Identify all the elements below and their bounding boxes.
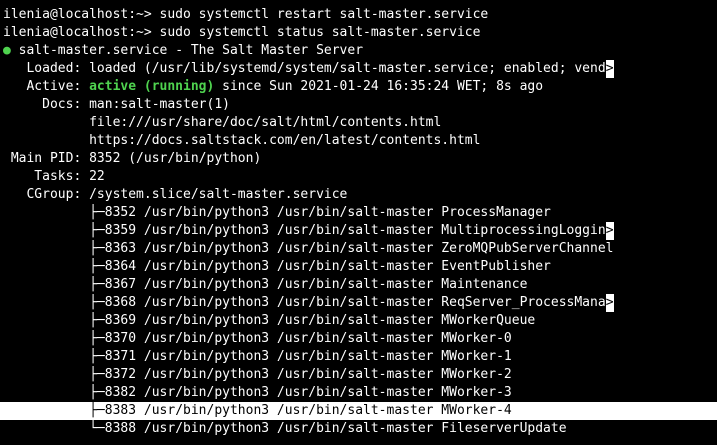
process-text: 8369 /usr/bin/python3 /usr/bin/salt-mast… bbox=[104, 313, 536, 328]
command-line-status: ilenia@localhost:~> sudo systemctl statu… bbox=[0, 24, 717, 42]
process-text: 8370 /usr/bin/python3 /usr/bin/salt-mast… bbox=[104, 331, 512, 346]
docs-line: Docs: man:salt-master(1) bbox=[0, 96, 717, 114]
process-text: 8367 /usr/bin/python3 /usr/bin/salt-mast… bbox=[104, 277, 528, 292]
process-text: 8352 /usr/bin/python3 /usr/bin/salt-mast… bbox=[104, 205, 551, 220]
active-since: since Sun 2021-01-24 16:35:24 WET; 8s ag… bbox=[214, 79, 544, 94]
process-row: ├─8372 /usr/bin/python3 /usr/bin/salt-ma… bbox=[0, 366, 717, 384]
process-text: 8372 /usr/bin/python3 /usr/bin/salt-mast… bbox=[104, 367, 512, 382]
process-row: ├─8367 /usr/bin/python3 /usr/bin/salt-ma… bbox=[0, 276, 717, 294]
status-bullet-icon: ● bbox=[3, 43, 11, 58]
process-text: 8359 /usr/bin/python3 /usr/bin/salt-mast… bbox=[104, 223, 606, 238]
command-text: ilenia@localhost:~> sudo systemctl resta… bbox=[3, 7, 489, 22]
tree-branch-icon: ├─ bbox=[3, 349, 105, 364]
tree-end-branch-icon: └─ bbox=[3, 421, 105, 436]
process-row: ├─8368 /usr/bin/python3 /usr/bin/salt-ma… bbox=[0, 294, 717, 312]
tree-branch-icon: ├─ bbox=[3, 385, 105, 400]
main-pid-line: Main PID: 8352 (/usr/bin/python) bbox=[0, 150, 717, 168]
loaded-value: loaded (/usr/lib/systemd/system/salt-mas… bbox=[89, 61, 606, 76]
main-pid: Main PID: 8352 (/usr/bin/python) bbox=[3, 151, 262, 166]
tree-branch-icon: ├─ bbox=[3, 277, 105, 292]
process-text: 8382 /usr/bin/python3 /usr/bin/salt-mast… bbox=[104, 385, 512, 400]
tree-branch-icon: ├─ bbox=[3, 403, 105, 418]
tree-branch-icon: ├─ bbox=[3, 223, 105, 238]
docs-file-url: file:///usr/share/doc/salt/html/contents… bbox=[3, 115, 442, 130]
process-row-selected[interactable]: ├─8383 /usr/bin/python3 /usr/bin/salt-ma… bbox=[0, 402, 717, 420]
process-row: ├─8382 /usr/bin/python3 /usr/bin/salt-ma… bbox=[0, 384, 717, 402]
docs-line: file:///usr/share/doc/salt/html/contents… bbox=[0, 114, 717, 132]
process-row: ├─8370 /usr/bin/python3 /usr/bin/salt-ma… bbox=[0, 330, 717, 348]
tree-branch-icon: ├─ bbox=[3, 331, 105, 346]
docs-web-url: https://docs.saltstack.com/en/latest/con… bbox=[3, 133, 481, 148]
command-text: ilenia@localhost:~> sudo systemctl statu… bbox=[3, 25, 481, 40]
loaded-label: Loaded: bbox=[3, 61, 90, 76]
line-overflow-indicator: > bbox=[605, 60, 614, 78]
process-row: ├─8364 /usr/bin/python3 /usr/bin/salt-ma… bbox=[0, 258, 717, 276]
process-row: ├─8371 /usr/bin/python3 /usr/bin/salt-ma… bbox=[0, 348, 717, 366]
tree-branch-icon: ├─ bbox=[3, 313, 105, 328]
process-text: 8363 /usr/bin/python3 /usr/bin/salt-mast… bbox=[104, 241, 614, 256]
process-text: 8388 /usr/bin/python3 /usr/bin/salt-mast… bbox=[104, 421, 567, 436]
process-text: 8371 /usr/bin/python3 /usr/bin/salt-mast… bbox=[104, 349, 512, 364]
docs-man-page: man:salt-master(1) bbox=[89, 97, 230, 112]
tasks-count: Tasks: 22 bbox=[3, 169, 105, 184]
active-label: Active: bbox=[3, 79, 90, 94]
command-line-restart: ilenia@localhost:~> sudo systemctl resta… bbox=[0, 6, 717, 24]
process-row: └─8388 /usr/bin/python3 /usr/bin/salt-ma… bbox=[0, 420, 717, 438]
line-overflow-indicator: > bbox=[605, 222, 614, 240]
tree-branch-icon: ├─ bbox=[3, 205, 105, 220]
tree-branch-icon: ├─ bbox=[3, 241, 105, 256]
tree-branch-icon: ├─ bbox=[3, 367, 105, 382]
process-row: ├─8352 /usr/bin/python3 /usr/bin/salt-ma… bbox=[0, 204, 717, 222]
process-text: 8368 /usr/bin/python3 /usr/bin/salt-mast… bbox=[104, 295, 606, 310]
loaded-line: Loaded: loaded (/usr/lib/systemd/system/… bbox=[0, 60, 717, 78]
active-status: active (running) bbox=[89, 79, 215, 94]
active-line: Active: active (running) since Sun 2021-… bbox=[0, 78, 717, 96]
process-text: 8364 /usr/bin/python3 /usr/bin/salt-mast… bbox=[104, 259, 551, 274]
tasks-line: Tasks: 22 bbox=[0, 168, 717, 186]
cgroup-path: CGroup: /system.slice/salt-master.servic… bbox=[3, 187, 348, 202]
tree-branch-icon: ├─ bbox=[3, 259, 105, 274]
process-row: ├─8359 /usr/bin/python3 /usr/bin/salt-ma… bbox=[0, 222, 717, 240]
docs-label: Docs: bbox=[3, 97, 90, 112]
process-row: ├─8369 /usr/bin/python3 /usr/bin/salt-ma… bbox=[0, 312, 717, 330]
process-row: ├─8363 /usr/bin/python3 /usr/bin/salt-ma… bbox=[0, 240, 717, 258]
service-title: salt-master.service - The Salt Master Se… bbox=[10, 43, 364, 58]
line-overflow-indicator: > bbox=[605, 294, 614, 312]
cgroup-line: CGroup: /system.slice/salt-master.servic… bbox=[0, 186, 717, 204]
docs-line: https://docs.saltstack.com/en/latest/con… bbox=[0, 132, 717, 150]
service-title-line: ● salt-master.service - The Salt Master … bbox=[0, 42, 717, 60]
process-text: 8383 /usr/bin/python3 /usr/bin/salt-mast… bbox=[104, 403, 512, 418]
terminal-window[interactable]: ilenia@localhost:~> sudo systemctl resta… bbox=[0, 0, 717, 445]
tree-branch-icon: ├─ bbox=[3, 295, 105, 310]
